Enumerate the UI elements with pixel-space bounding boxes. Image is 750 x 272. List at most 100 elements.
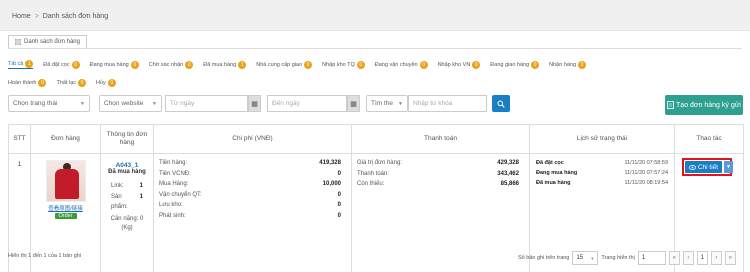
website-select-value: Chọn website <box>104 100 144 107</box>
keyword-input[interactable]: Nhập từ khóa <box>408 95 487 112</box>
payment-line: Thanh toán: 343,462 <box>357 169 519 180</box>
row-order-info: A043_1 Đã mua hàng Link: 1 Sản phẩm: 1 C… <box>100 153 154 272</box>
filter-tab-nhan-hang[interactable]: Nhận hàng 0 <box>549 60 587 69</box>
row-cost: Tiền hàng: 419,328 Tiền VCNĐ: 0 Mua Hàng: 10,… <box>153 153 352 272</box>
detail-button-highlight: Chi tiết ▼ <box>682 158 733 176</box>
count-badge: 1 <box>25 60 34 68</box>
payment-value: 343,462 <box>497 170 519 177</box>
filter-tab-nha-cung-cap-giao[interactable]: Nhà cung cấp giao 0 <box>256 60 313 69</box>
cost-value: 0 <box>337 202 341 208</box>
cost-line: Phát sinh: 0 <box>159 211 341 222</box>
filter-tab-nhap-kho-tq[interactable]: Nhập kho TQ 0 <box>322 60 365 69</box>
to-date-input[interactable]: Đến ngày <box>267 95 347 112</box>
from-date-input[interactable]: Từ ngày <box>165 95 248 112</box>
filter-tab-label: Nhà cung cấp giao <box>256 61 303 68</box>
breadcrumb: Home > Danh sách đơn hàng <box>12 13 108 20</box>
filter-tab-label: Đã mua hàng <box>203 61 237 68</box>
filter-tab-label: Nhập kho VN <box>437 61 471 68</box>
eye-icon <box>688 164 696 170</box>
count-badge: 1 <box>238 60 247 69</box>
filter-tab-huy[interactable]: Hủy 0 <box>96 78 116 87</box>
row-payment: Giá trị đơn hàng: 429,328 Thanh toán: 343,4… <box>351 153 530 272</box>
cost-line: Tiền VCNĐ: 0 <box>159 169 341 180</box>
chevron-down-icon: ▼ <box>80 100 85 107</box>
filter-tab-cho-xac-nhan[interactable]: Chờ xác nhận 0 <box>149 60 194 69</box>
filter-tab-label: Thất lạc <box>56 79 77 86</box>
current-page-button[interactable]: 1 <box>696 251 708 265</box>
links-count: Link: 1 <box>105 181 149 192</box>
cost-label: Tiền hàng: <box>159 160 188 166</box>
cost-line: Tiền hàng: 419,328 <box>159 158 341 169</box>
products-count: Sản phẩm: 1 <box>105 192 149 213</box>
filter-tab-da-dat-coc[interactable]: Đã đặt cọc 0 <box>43 60 80 69</box>
detail-button[interactable]: Chi tiết <box>685 161 722 173</box>
status-filter-row-2: Hoàn thành 0 Thất lạc 0 Hủy 0 <box>8 76 742 89</box>
search-field-value: Tìm the <box>371 100 394 107</box>
filter-tab-hoan-thanh[interactable]: Hoàn thành 0 <box>8 78 47 87</box>
cost-label: Tiền VCNĐ: <box>159 170 191 177</box>
search-button[interactable] <box>492 95 510 112</box>
filter-tab-da-mua-hang[interactable]: Đã mua hàng 1 <box>203 60 247 69</box>
tab-order-list[interactable]: Danh sách đơn hàng <box>8 35 87 49</box>
filter-tab-nhap-kho-vn[interactable]: Nhập kho VN 0 <box>437 60 481 69</box>
tab-order-list-label: Danh sách đơn hàng <box>24 39 80 45</box>
last-page-button[interactable]: » <box>724 251 736 265</box>
count-badge: 0 <box>38 78 47 87</box>
history-entry: Đã mua hàng 11/11/20 08:19:54 <box>536 178 668 188</box>
page-input[interactable]: 1 <box>637 251 666 265</box>
detail-button-label: Chi tiết <box>697 163 719 171</box>
cost-label: Lưu kho: <box>159 202 183 208</box>
search-field-select[interactable]: Tìm the ▼ <box>366 95 408 112</box>
status-filters: Tất cả 1 Đã đặt cọc 0 Đang mua hàng 0 Chờ xác … <box>8 58 742 94</box>
breadcrumb-home[interactable]: Home <box>12 13 31 20</box>
tab-divider <box>8 48 742 49</box>
product-image[interactable] <box>45 160 86 202</box>
order-code[interactable]: A043_1 <box>105 162 149 169</box>
count-badge: 0 <box>578 60 587 69</box>
per-page-select[interactable]: 15 ▼ <box>572 251 599 265</box>
top-header: Home > Danh sách đơn hàng <box>0 0 750 31</box>
cost-value: 10,000 <box>322 181 341 187</box>
calendar-icon[interactable]: ▦ <box>347 95 360 112</box>
order-status: Đã mua hàng <box>108 169 146 175</box>
filter-tab-label: Đang vận chuyển <box>374 61 418 68</box>
page-label: Trang hiển thị <box>601 255 635 261</box>
count-badge: 0 <box>130 60 139 69</box>
links-label: Link: <box>111 183 124 189</box>
header-cost: Chi phí (VNĐ) <box>153 124 352 154</box>
first-page-button[interactable]: « <box>668 251 680 265</box>
filter-tab-tat-ca[interactable]: Tất cả 1 <box>8 60 34 69</box>
prev-page-button[interactable]: ‹ <box>682 251 694 265</box>
cost-label: Phát sinh: <box>159 212 186 219</box>
status-select[interactable]: Chọn trạng thái ▼ <box>8 95 90 112</box>
filter-tab-label: Tất cả <box>8 61 24 67</box>
header-order: Đơn hàng <box>30 124 101 154</box>
chevron-down-icon: ▼ <box>726 164 731 170</box>
detail-dropdown-toggle[interactable]: ▼ <box>724 161 733 173</box>
filter-tab-label: Nhập kho TQ <box>322 61 355 68</box>
search-bar: Chọn trạng thái ▼ Chọn website ▼ Từ ngày… <box>8 95 742 112</box>
calendar-icon[interactable]: ▦ <box>248 95 261 112</box>
cost-value: 419,328 <box>319 160 341 166</box>
website-select[interactable]: Chọn website ▼ <box>99 95 162 112</box>
next-page-button[interactable]: › <box>710 251 722 265</box>
filter-tab-dang-van-chuyen[interactable]: Đang vận chuyển 0 <box>374 60 428 69</box>
product-link[interactable]: 查看原图/链接 <box>35 204 96 212</box>
create-button-label: Tạo đơn hàng ký gửi <box>676 101 741 109</box>
cost-value: 0 <box>337 170 341 177</box>
status-select-value: Chọn trạng thái <box>13 100 58 107</box>
create-consignment-order-button[interactable]: Tạo đơn hàng ký gửi <box>665 95 743 115</box>
history-time: 11/11/20 07:58:59 <box>624 160 668 166</box>
filter-tab-that-lac[interactable]: Thất lạc 0 <box>56 78 87 87</box>
count-badge: 0 <box>185 60 194 69</box>
count-badge: 0 <box>419 60 428 69</box>
filter-tab-dang-mua-hang[interactable]: Đang mua hàng 0 <box>90 60 139 69</box>
per-page-value: 15 <box>576 255 584 261</box>
history-status: Đang mua hàng <box>536 170 578 176</box>
filter-tab-dang-giao-hang[interactable]: Đang giao hàng 0 <box>490 60 540 69</box>
filter-tab-label: Nhận hàng <box>549 61 577 68</box>
count-badge: 0 <box>472 60 481 69</box>
count-badge: 0 <box>531 60 540 69</box>
list-icon <box>15 39 21 45</box>
weight-text: Cân nặng: 0 (Kg) <box>110 215 144 231</box>
